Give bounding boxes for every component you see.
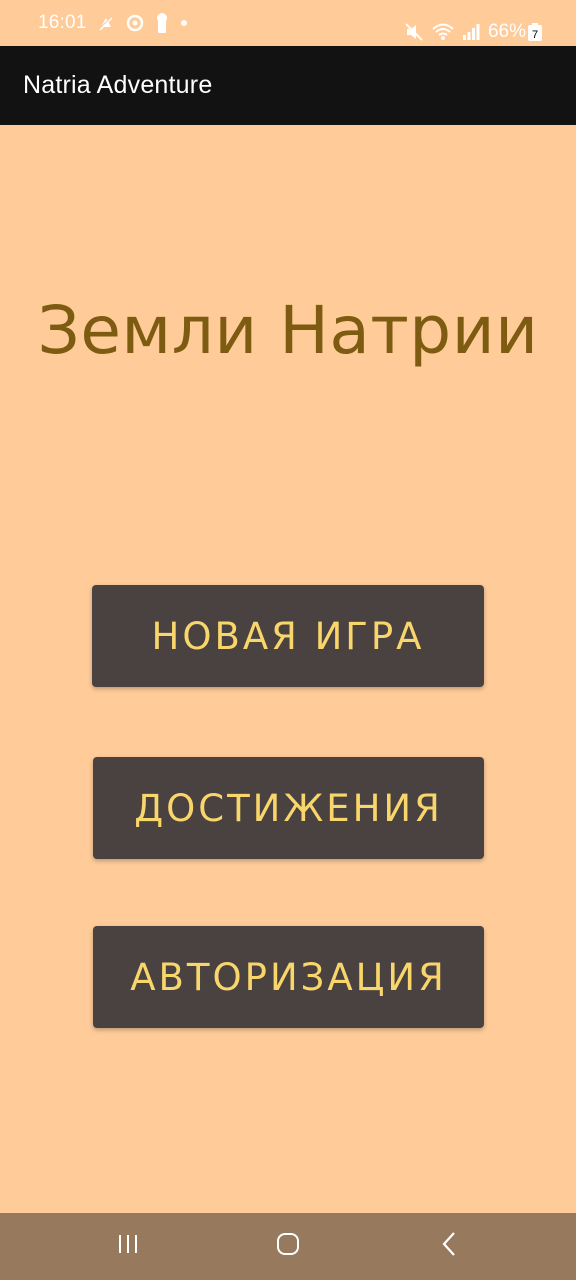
recents-button[interactable]	[88, 1213, 168, 1280]
authorization-button[interactable]: АВТОРИЗАЦИЯ	[93, 926, 484, 1028]
keyhole-icon	[155, 12, 169, 34]
status-right: 66% 7	[396, 20, 542, 44]
signal-icon	[462, 23, 480, 41]
home-button[interactable]	[248, 1213, 328, 1280]
back-button[interactable]	[410, 1213, 490, 1280]
app-bar: Natria Adventure	[0, 46, 576, 125]
status-time: 16:01	[38, 12, 87, 33]
mute-icon	[404, 22, 424, 42]
back-icon	[439, 1231, 461, 1262]
battery-percent: 66%	[487, 21, 526, 42]
achievements-button[interactable]: ДОСТИЖЕНИЯ	[93, 757, 484, 859]
new-game-button[interactable]: НОВАЯ ИГРА	[92, 585, 484, 687]
battery-level: 7	[532, 29, 538, 41]
sync-icon	[125, 13, 145, 33]
home-icon	[275, 1231, 301, 1262]
navigation-bar	[0, 1213, 576, 1280]
dot-icon	[179, 18, 189, 28]
status-bar: 16:01 66% 7	[0, 0, 576, 46]
wifi-icon	[432, 23, 454, 41]
game-title: Земли Натрии	[37, 292, 539, 369]
battery-icon: 7	[528, 23, 542, 41]
notification-icon	[97, 14, 115, 32]
app-title: Natria Adventure	[23, 71, 213, 99]
recents-icon	[116, 1232, 140, 1261]
